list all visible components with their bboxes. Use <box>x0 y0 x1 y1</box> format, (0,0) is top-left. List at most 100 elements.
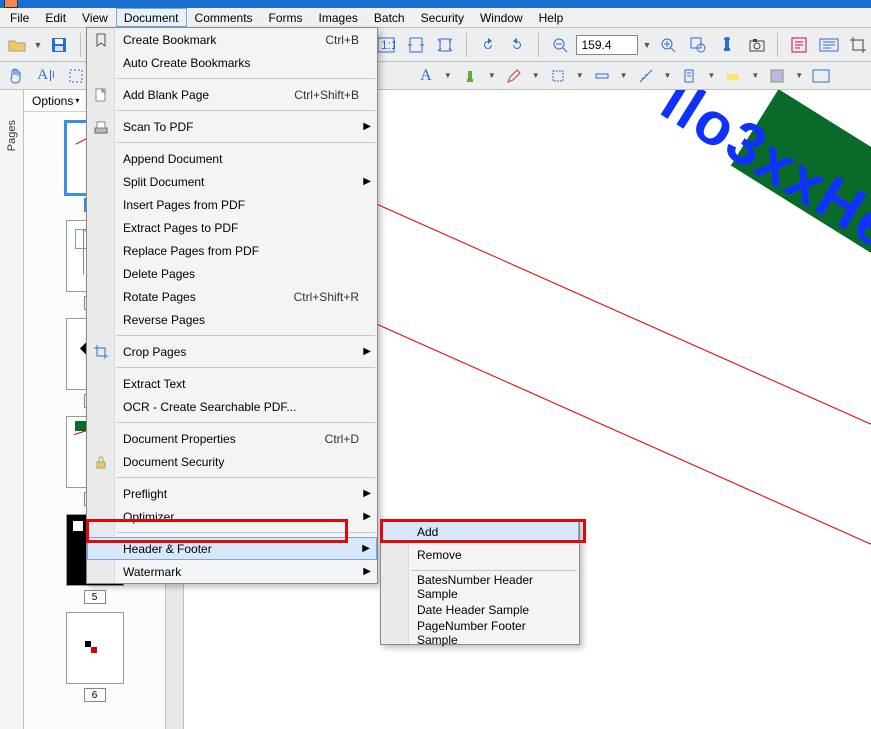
stamp2-button[interactable] <box>458 65 482 87</box>
menu-separator <box>117 422 375 423</box>
menu-item-label: Auto Create Bookmarks <box>123 56 359 70</box>
menu-item[interactable]: BatesNumber Header Sample <box>381 575 579 598</box>
menu-item[interactable]: Remove <box>381 543 579 566</box>
pages-side-tab[interactable]: Pages <box>0 90 24 729</box>
menu-images[interactable]: Images <box>311 8 366 27</box>
blank-page-icon <box>93 87 109 103</box>
pencil-button[interactable] <box>502 65 526 87</box>
menu-item-label: Add Blank Page <box>123 88 274 102</box>
menu-item[interactable]: Extract Text <box>87 372 377 395</box>
menu-item[interactable]: Watermark▶ <box>87 560 377 583</box>
menu-item[interactable]: Add <box>381 520 579 543</box>
menu-item[interactable]: Create BookmarkCtrl+B <box>87 28 377 51</box>
menu-item-label: Extract Pages to PDF <box>123 221 359 235</box>
app-icon <box>4 0 18 8</box>
fit-page-button[interactable] <box>433 32 459 58</box>
menu-item[interactable]: Preflight▶ <box>87 482 377 505</box>
menu-item[interactable]: OCR - Create Searchable PDF... <box>87 395 377 418</box>
menu-edit[interactable]: Edit <box>37 8 74 27</box>
document-menu-dropdown[interactable]: Create BookmarkCtrl+B Auto Create Bookmar… <box>86 27 378 584</box>
crop-tool-button[interactable] <box>845 32 871 58</box>
menu-item[interactable]: Extract Pages to PDF <box>87 216 377 239</box>
zoom-input[interactable] <box>576 35 638 55</box>
menu-security[interactable]: Security <box>413 8 472 27</box>
text-field-button[interactable] <box>816 32 842 58</box>
bookmark-icon <box>93 32 109 48</box>
rotate-cw-button[interactable] <box>505 32 531 58</box>
dropdown-caret-icon[interactable]: ▼ <box>34 40 43 50</box>
thumbnail-number: 6 <box>84 688 106 702</box>
shape-button[interactable] <box>546 65 570 87</box>
fit-width-button[interactable] <box>403 32 429 58</box>
snapshot-button[interactable] <box>744 32 770 58</box>
menu-item[interactable]: Header & Footer▶ <box>87 537 377 560</box>
text-select-button[interactable]: AI <box>34 65 58 87</box>
menu-item[interactable]: PageNumber Footer Sample <box>381 621 579 644</box>
submenu-arrow-icon: ▶ <box>363 488 371 499</box>
menu-item[interactable]: Replace Pages from PDF <box>87 239 377 262</box>
header-footer-submenu[interactable]: Add Remove BatesNumber Header Sample Date H… <box>380 519 580 645</box>
zoom-caret-icon[interactable]: ▼ <box>642 40 651 50</box>
menu-file[interactable]: File <box>2 8 37 27</box>
menu-item-label: Remove <box>417 548 561 562</box>
link-button[interactable] <box>809 65 833 87</box>
menu-separator <box>411 570 577 571</box>
zoom-in-button[interactable] <box>655 32 681 58</box>
zoom-out-button[interactable] <box>547 32 573 58</box>
menu-view[interactable]: View <box>74 8 116 27</box>
menu-item[interactable]: Document PropertiesCtrl+D <box>87 427 377 450</box>
typewriter-button[interactable]: A <box>414 65 438 87</box>
menu-document[interactable]: Document <box>116 8 187 27</box>
measure-button[interactable] <box>634 65 658 87</box>
menu-item-shortcut: Ctrl+Shift+B <box>274 88 359 102</box>
menu-comments[interactable]: Comments <box>187 8 261 27</box>
menu-item[interactable]: Insert Pages from PDF <box>87 193 377 216</box>
area-button[interactable] <box>765 65 789 87</box>
chevron-down-icon: ▾ <box>75 96 79 105</box>
menu-item-label: Document Security <box>123 455 359 469</box>
menu-item-label: Create Bookmark <box>123 33 305 47</box>
menu-item[interactable]: Rotate PagesCtrl+Shift+R <box>87 285 377 308</box>
hand-tool-button[interactable] <box>4 65 28 87</box>
attach-button[interactable] <box>677 65 701 87</box>
thumbnail-page[interactable]: 6 <box>66 612 124 702</box>
menu-item[interactable]: Optimizer▶ <box>87 505 377 528</box>
save-button[interactable] <box>46 32 72 58</box>
menu-item[interactable]: Delete Pages <box>87 262 377 285</box>
menu-item[interactable]: Document Security <box>87 450 377 473</box>
menu-item-label: Date Header Sample <box>417 603 561 617</box>
menu-separator <box>117 477 375 478</box>
menu-item-label: Rotate Pages <box>123 290 274 304</box>
menu-item[interactable]: Auto Create Bookmarks <box>87 51 377 74</box>
line-button[interactable] <box>590 65 614 87</box>
menu-item[interactable]: Scan To PDF▶ <box>87 115 377 138</box>
crop-icon <box>93 344 109 360</box>
menu-item[interactable]: Reverse Pages <box>87 308 377 331</box>
stamp-button[interactable] <box>714 32 740 58</box>
menu-batch[interactable]: Batch <box>366 8 413 27</box>
menu-item[interactable]: Append Document <box>87 147 377 170</box>
menu-item-label: Optimizer <box>123 510 359 524</box>
highlight-button[interactable] <box>721 65 745 87</box>
menu-item[interactable]: Split Document▶ <box>87 170 377 193</box>
menu-item[interactable]: Crop Pages▶ <box>87 340 377 363</box>
open-button[interactable] <box>4 32 30 58</box>
menu-item-label: Watermark <box>123 565 359 579</box>
loupe-button[interactable] <box>685 32 711 58</box>
menu-item-label: BatesNumber Header Sample <box>417 573 561 601</box>
window-titlebar <box>0 0 871 8</box>
object-select-button[interactable] <box>64 65 88 87</box>
menu-help[interactable]: Help <box>531 8 572 27</box>
rotate-ccw-button[interactable] <box>475 32 501 58</box>
form-tool-button[interactable] <box>786 32 812 58</box>
menu-separator <box>117 142 375 143</box>
menu-forms[interactable]: Forms <box>261 8 311 27</box>
menu-item[interactable]: Add Blank PageCtrl+Shift+B <box>87 83 377 106</box>
options-label: Options <box>32 94 73 108</box>
thumbnail-preview <box>66 612 124 684</box>
menubar: FileEditViewDocumentCommentsFormsImagesB… <box>0 8 871 28</box>
menu-window[interactable]: Window <box>472 8 531 27</box>
menu-separator <box>117 367 375 368</box>
menu-separator <box>117 78 375 79</box>
menu-item-shortcut: Ctrl+D <box>305 432 359 446</box>
